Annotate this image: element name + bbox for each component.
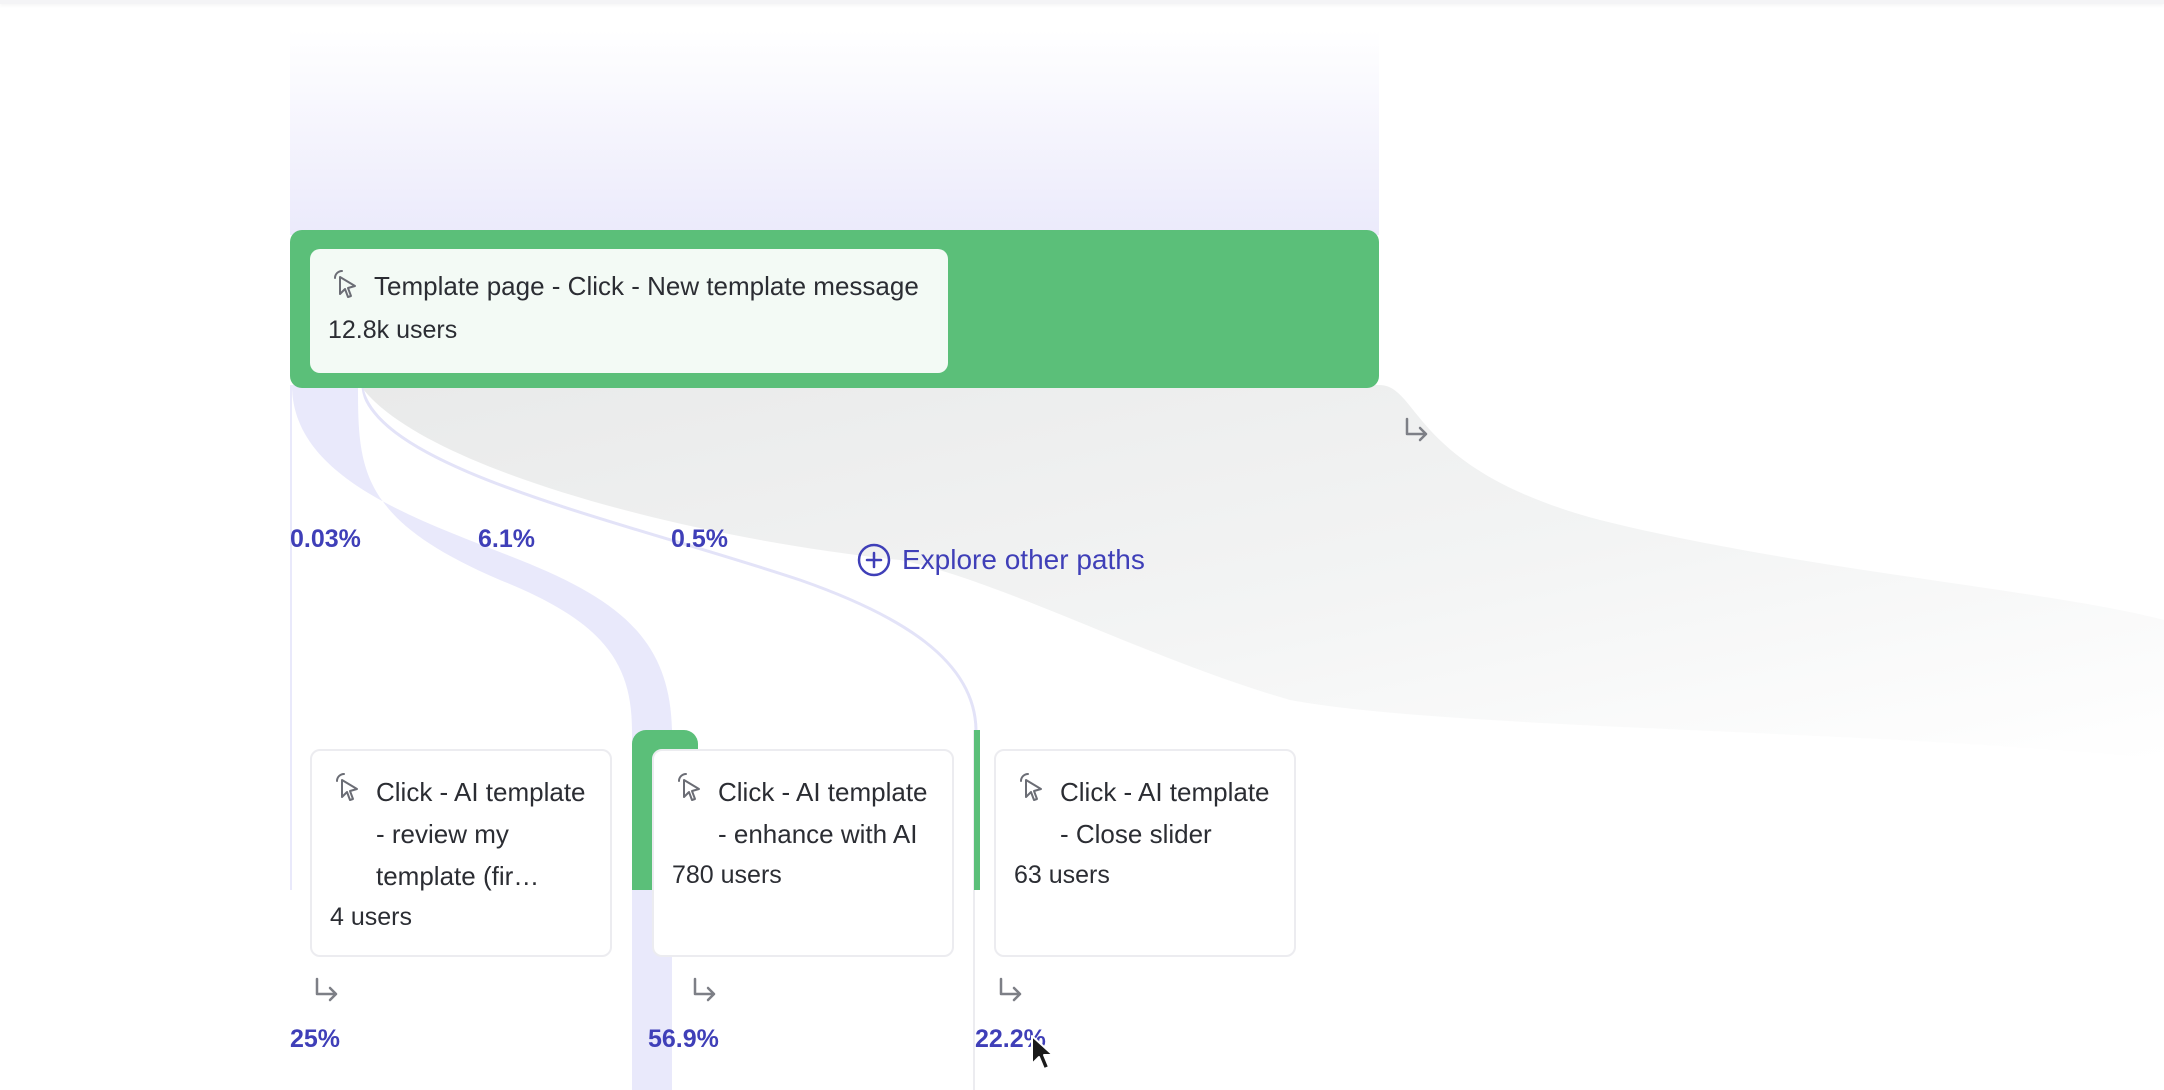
- continue-arrow-icon: [315, 977, 338, 1002]
- continue-percentage-2: 56.9%: [648, 1025, 719, 1053]
- branch-percentage-1: 0.03%: [290, 525, 361, 553]
- flow-child-1: [290, 385, 292, 890]
- cursor-click-icon: [336, 773, 358, 801]
- branch-percentage-2: 6.1%: [478, 525, 535, 553]
- child-3-node-bar[interactable]: [974, 730, 980, 890]
- cursor-click-icon: [1020, 773, 1042, 801]
- child-node-title-1: Click - AI template - review my template…: [376, 777, 586, 891]
- continue-arrow-icon: [1405, 417, 1428, 442]
- root-node-card[interactable]: Template page - Click - New template mes…: [310, 249, 948, 373]
- branch-percentage-3: 0.5%: [671, 525, 728, 553]
- child-node-card-1[interactable]: Click - AI template - review my template…: [310, 749, 612, 957]
- cursor-click-icon: [334, 270, 356, 298]
- root-node-users: 12.8k users: [328, 316, 458, 344]
- explore-other-paths-button[interactable]: Explore other paths: [856, 542, 1145, 578]
- continue-arrow-icon: [693, 977, 716, 1002]
- child-node-card-3[interactable]: Click - AI template - Close slider 63 us…: [994, 749, 1296, 957]
- mouse-pointer-icon: [1031, 1035, 1054, 1070]
- child-node-users-2: 780 users: [672, 861, 782, 889]
- child-node-title-3: Click - AI template - Close slider: [1060, 777, 1270, 849]
- continue-percentage-1: 25%: [290, 1025, 341, 1053]
- cursor-click-icon: [678, 773, 700, 801]
- child-node-title-2: Click - AI template - enhance with AI: [718, 777, 928, 849]
- child-node-card-2[interactable]: Click - AI template - enhance with AI 78…: [652, 749, 954, 957]
- root-node-title: Template page - Click - New template mes…: [374, 271, 919, 301]
- incoming-flow: [290, 30, 1379, 235]
- child-node-users-1: 4 users: [330, 903, 412, 931]
- continue-arrow-icon: [999, 977, 1022, 1002]
- child-node-users-3: 63 users: [1014, 861, 1110, 889]
- explore-label: Explore other paths: [902, 544, 1145, 575]
- plus-circle-icon: [857, 543, 891, 577]
